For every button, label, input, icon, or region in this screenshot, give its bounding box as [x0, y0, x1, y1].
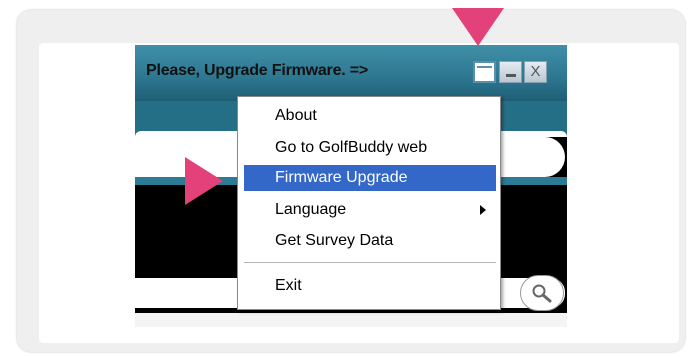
menu-item-language-label: Language [275, 201, 347, 218]
close-icon: X [530, 63, 541, 80]
close-button[interactable]: X [524, 61, 547, 83]
pointer-arrow-right-icon [185, 157, 223, 205]
context-menu: About Go to GolfBuddy web Firmware Upgra… [237, 96, 501, 310]
maximize-button[interactable] [473, 61, 496, 83]
minimize-button[interactable] [499, 61, 522, 83]
menu-item-firmware-upgrade[interactable]: Firmware Upgrade [244, 165, 496, 191]
menu-separator [244, 262, 496, 264]
menu-item-get-survey-data[interactable]: Get Survey Data [244, 228, 496, 254]
pointer-arrow-down-icon [452, 8, 504, 46]
search-button[interactable] [520, 275, 564, 311]
submenu-arrow-icon [480, 205, 486, 215]
title-bar: Please, Upgrade Firmware. => X [135, 45, 567, 101]
window-title: Please, Upgrade Firmware. => [146, 62, 369, 79]
menu-item-about[interactable]: About [244, 103, 496, 129]
menu-item-go-to-web[interactable]: Go to GolfBuddy web [244, 135, 496, 161]
status-strip [135, 313, 567, 327]
search-icon [532, 284, 552, 303]
menu-item-exit[interactable]: Exit [244, 273, 496, 299]
menu-item-language[interactable]: Language [244, 197, 496, 223]
